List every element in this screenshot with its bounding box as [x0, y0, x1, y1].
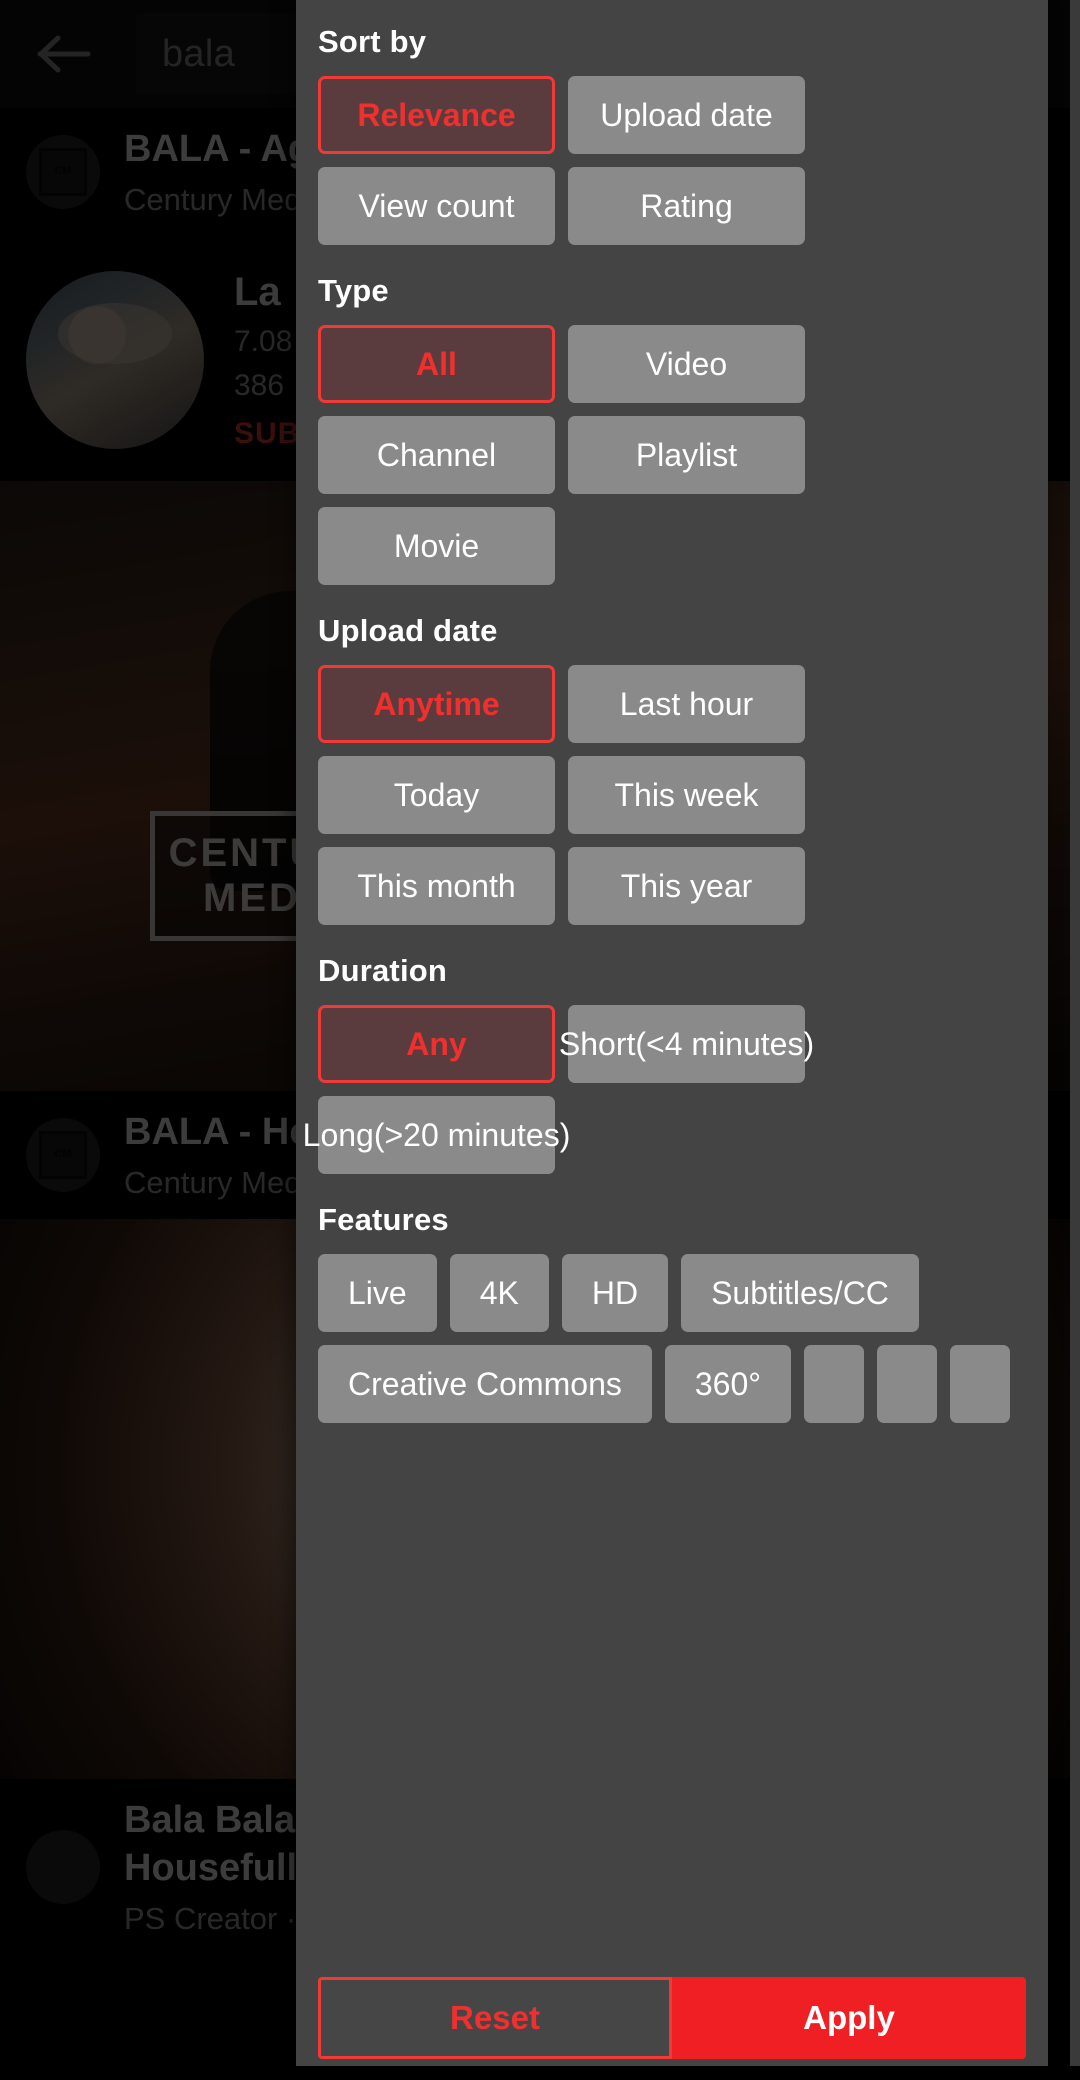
channel-avatar: [26, 1829, 100, 1904]
century-media-logo-icon: CM: [39, 1130, 87, 1179]
century-media-logo-icon: CM: [39, 147, 87, 196]
filter-section-upload-date: Upload date Anytime Last hour Today This wee…: [318, 587, 1026, 925]
filter-chip-any[interactable]: Any: [318, 1005, 555, 1083]
back-arrow-icon[interactable]: [32, 22, 96, 86]
filter-chip-this-year[interactable]: This year: [568, 847, 805, 925]
search-input-value: bala: [162, 32, 236, 75]
chip-group-type: All Video Channel Playlist Movie: [318, 325, 1026, 585]
chip-group-duration: Any Short(<4 minutes) Long(>20 minutes): [303, 1005, 1026, 1174]
screen-root: bala CM BALA - Agitar (O Century Media R…: [0, 0, 1080, 2080]
filter-chip-today[interactable]: Today: [318, 756, 555, 834]
filter-chip-playlist[interactable]: Playlist: [568, 416, 805, 494]
chip-group-sort-by: Relevance Upload date View count Rating: [318, 76, 1026, 245]
filter-action-bar: Reset Apply: [296, 1956, 1048, 2080]
avatar: [26, 271, 204, 450]
channel-avatar: CM: [26, 134, 100, 209]
filter-chip-subtitles-cc[interactable]: Subtitles/CC: [681, 1254, 919, 1332]
filter-section-sort-by: Sort by Relevance Upload date View count Rat…: [318, 0, 1026, 245]
filter-chip-relevance[interactable]: Relevance: [318, 76, 555, 154]
filter-chip-creative-commons[interactable]: Creative Commons: [318, 1345, 652, 1423]
filter-chip-movie[interactable]: Movie: [318, 507, 555, 585]
section-title-upload-date: Upload date: [318, 613, 498, 648]
filter-chip-chip-8[interactable]: [950, 1345, 1011, 1423]
chip-group-features: Live 4K HD Subtitles/CC Creative Commons 360°: [318, 1254, 1026, 1423]
filter-chip-rating[interactable]: Rating: [568, 167, 805, 245]
filter-chip-long-20-minutes[interactable]: Long(>20 minutes): [303, 1096, 570, 1174]
filter-chip-video[interactable]: Video: [568, 325, 805, 403]
reset-button[interactable]: Reset: [318, 1977, 672, 2059]
section-title-sort-by: Sort by: [318, 24, 427, 59]
filter-chip-360[interactable]: 360°: [664, 1345, 792, 1423]
filter-chip-chip-6[interactable]: [804, 1345, 865, 1423]
search-filters-panel: Sort by Relevance Upload date View count Rat…: [296, 0, 1048, 2080]
filter-chip-4k[interactable]: 4K: [449, 1254, 549, 1332]
filter-chip-this-month[interactable]: This month: [318, 847, 555, 925]
section-title-features: Features: [318, 1202, 449, 1237]
chip-group-upload-date: Anytime Last hour Today This week This month…: [318, 665, 1026, 925]
channel-avatar: CM: [26, 1117, 100, 1192]
filter-chip-last-hour[interactable]: Last hour: [568, 665, 805, 743]
filter-chip-all[interactable]: All: [318, 325, 555, 403]
section-title-type: Type: [318, 273, 389, 308]
navigation-strip: [0, 2066, 1080, 2080]
filter-chip-upload-date[interactable]: Upload date: [568, 76, 805, 154]
filter-chip-chip-7[interactable]: [877, 1345, 938, 1423]
filter-chip-this-week[interactable]: This week: [568, 756, 805, 834]
filter-section-features: Features Live 4K HD Subtitles/CC Creative Com…: [318, 1176, 1026, 1423]
filter-chip-short-4-minutes[interactable]: Short(<4 minutes): [559, 1005, 814, 1083]
filter-section-duration: Duration Any Short(<4 minutes) Long(>20 min…: [303, 927, 1026, 1174]
apply-button[interactable]: Apply: [672, 1977, 1026, 2059]
filter-chip-view-count[interactable]: View count: [318, 167, 555, 245]
filter-section-type: Type All Video Channel Playlist Movie: [318, 247, 1026, 585]
filter-chip-anytime[interactable]: Anytime: [318, 665, 555, 743]
panel-right-edge: [1070, 0, 1080, 2080]
filter-chip-hd[interactable]: HD: [561, 1254, 669, 1332]
filter-chip-live[interactable]: Live: [318, 1254, 437, 1332]
filters-scroll-area[interactable]: Sort by Relevance Upload date View count Rat…: [296, 0, 1048, 1956]
filter-chip-channel[interactable]: Channel: [318, 416, 555, 494]
section-title-duration: Duration: [318, 953, 448, 988]
